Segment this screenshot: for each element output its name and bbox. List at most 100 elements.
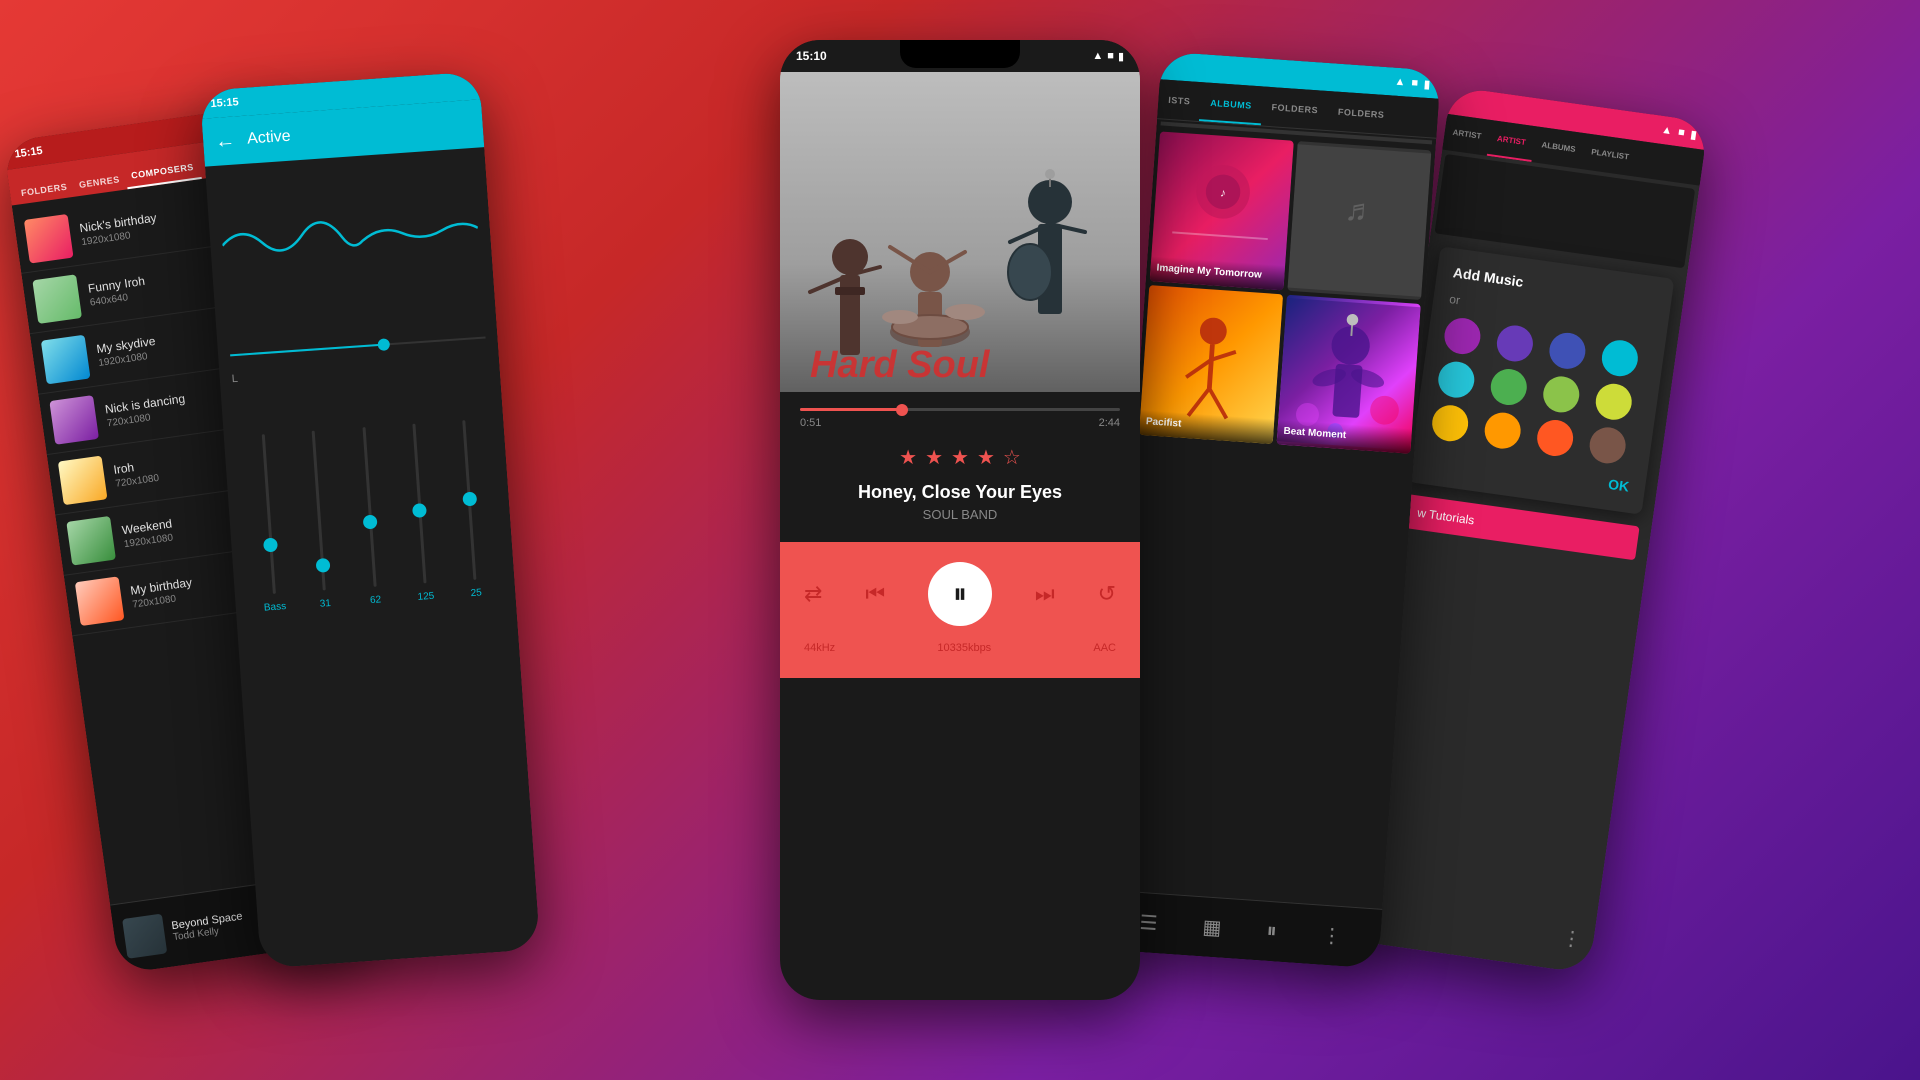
color-swatches	[1430, 316, 1649, 467]
eq-label: 62	[370, 594, 382, 606]
next-button[interactable]: ⏭	[1035, 581, 1055, 607]
star-1[interactable]: ★	[899, 445, 917, 470]
tab-folders2[interactable]: FOLDERS	[1327, 91, 1396, 135]
swatch-light-cyan[interactable]	[1436, 359, 1477, 400]
eq-band-62[interactable]: 62	[346, 426, 393, 607]
wifi-icon: ▲	[1092, 50, 1103, 62]
eq-handle[interactable]	[412, 503, 427, 518]
album-name: Imagine My Tomorrow	[1156, 263, 1278, 282]
star-2[interactable]: ★	[925, 445, 943, 470]
tutorials-label: w Tutorials	[1416, 506, 1475, 528]
signal-icon: ■	[1107, 50, 1114, 62]
screen-title: Active	[247, 128, 292, 149]
folder-thumb	[58, 456, 108, 506]
progress-track[interactable]	[800, 408, 1120, 411]
audio-bitrate: 10335kbps	[937, 642, 991, 654]
color-picker-modal: Add Music or OK	[1408, 246, 1675, 515]
folder-thumb	[75, 576, 125, 626]
phone-notch	[900, 40, 1020, 68]
now-playing-thumb	[122, 913, 167, 958]
progress-times: 0:51 2:44	[800, 417, 1120, 429]
progress-knob[interactable]	[896, 404, 908, 416]
eq-track	[362, 427, 376, 587]
album-card[interactable]: Pacifist	[1139, 285, 1283, 444]
album-card[interactable]: Beat Moment	[1277, 295, 1421, 454]
audio-quality: 44kHz	[804, 642, 835, 654]
tab-artist2[interactable]: ARTIST	[1487, 120, 1536, 162]
menu-icon[interactable]: ⋮	[1560, 927, 1583, 952]
eq-track	[463, 420, 477, 580]
swatch-brown[interactable]	[1587, 425, 1628, 466]
eq-band-125[interactable]: 125	[397, 423, 444, 604]
rating-stars[interactable]: ★ ★ ★ ★ ☆	[796, 445, 1124, 470]
controls-row: ⇄ ⏮ ⏸ ⏭ ↺	[804, 562, 1116, 626]
back-arrow-icon[interactable]: ←	[214, 129, 236, 153]
album-grid: ♪ Imagine My Tomorrow ♬	[1135, 127, 1436, 458]
player-body: 0:51 2:44 ★ ★ ★ ★ ☆ Honey, Close Your Ey…	[780, 392, 1140, 678]
eq-handle[interactable]	[315, 558, 330, 573]
tab-artist1[interactable]: ARTIST	[1442, 114, 1491, 156]
shuffle-button[interactable]: ⇄	[804, 581, 822, 607]
tab-albums[interactable]: ALBUMS	[1531, 126, 1586, 169]
eq-band-25[interactable]: 25	[447, 419, 494, 600]
swatch-light-green[interactable]	[1541, 374, 1582, 415]
tab-albums[interactable]: ALBUMS	[1199, 82, 1263, 125]
battery-icon: ▮	[1118, 50, 1124, 63]
swatch-cyan[interactable]	[1600, 338, 1641, 379]
wifi-icon: ▲	[1394, 76, 1406, 89]
progress-container[interactable]: 0:51 2:44	[796, 408, 1124, 429]
eq-band-bass[interactable]: Bass	[246, 433, 293, 614]
star-5[interactable]: ☆	[1003, 445, 1021, 470]
star-4[interactable]: ★	[977, 445, 995, 470]
player-meta: 44kHz 10335kbps AAC	[804, 642, 1116, 654]
eq-band-31[interactable]: 31	[296, 430, 343, 611]
progress-fill	[230, 344, 383, 357]
eq-handle[interactable]	[462, 492, 477, 507]
svg-text:Hard Soul: Hard Soul	[810, 344, 991, 386]
swatch-orange[interactable]	[1482, 410, 1523, 451]
swatch-deep-purple[interactable]	[1495, 323, 1536, 364]
progress-knob[interactable]	[377, 338, 390, 351]
swatch-lime[interactable]	[1593, 381, 1634, 422]
equalizer-progress[interactable]: L	[228, 308, 488, 386]
phone1-time: 15:15	[14, 145, 44, 161]
grid-icon[interactable]: ▦	[1202, 914, 1223, 940]
ok-button[interactable]: OK	[1607, 476, 1630, 495]
phone2-time: 15:15	[210, 96, 239, 110]
tab-playlist[interactable]: PLAYLIST	[1581, 133, 1639, 176]
eq-track	[261, 434, 275, 594]
eq-label: Bass	[264, 601, 287, 614]
eq-handle[interactable]	[263, 538, 278, 553]
filter-icon[interactable]: ☰	[1139, 910, 1159, 936]
swatch-amber[interactable]	[1430, 403, 1471, 444]
swatch-deep-orange[interactable]	[1535, 418, 1576, 459]
player-controls: ⇄ ⏮ ⏸ ⏭ ↺ 44kHz 10335kbps AAC	[780, 542, 1140, 678]
eq-label: 31	[319, 598, 331, 610]
channel-label: L	[231, 373, 238, 385]
star-3[interactable]: ★	[951, 445, 969, 470]
repeat-button[interactable]: ↺	[1098, 581, 1116, 607]
album-card-empty[interactable]: ♬	[1287, 141, 1431, 300]
eq-label: 125	[417, 591, 434, 603]
track-artist: SOUL BAND	[796, 507, 1124, 522]
equalizer-container: L Bass 31	[205, 147, 540, 969]
svg-text:♬: ♬	[1344, 193, 1377, 229]
swatch-purple[interactable]	[1442, 316, 1483, 357]
tab-ists[interactable]: ISTS	[1157, 79, 1202, 121]
previous-button[interactable]: ⏮	[865, 581, 885, 607]
phone5-menu-icon[interactable]: ⋮	[1560, 925, 1583, 953]
tab-folders1[interactable]: FOLDERS	[1260, 86, 1329, 130]
progress-track	[230, 336, 486, 356]
album-card[interactable]: ♪ Imagine My Tomorrow	[1150, 131, 1294, 290]
menu-icon[interactable]: ⋮	[1321, 923, 1343, 949]
pause-icon[interactable]: ⏸	[1266, 920, 1278, 944]
folder-thumb	[41, 335, 91, 385]
track-title: Honey, Close Your Eyes	[796, 482, 1124, 503]
swatch-indigo[interactable]	[1547, 331, 1588, 372]
svg-text:♪: ♪	[1220, 187, 1227, 199]
phone-equalizer: 15:15 ← Active L	[200, 71, 541, 968]
album-art-empty: ♬	[1287, 141, 1431, 300]
swatch-green[interactable]	[1488, 367, 1529, 408]
pause-button[interactable]: ⏸	[928, 562, 992, 626]
eq-handle[interactable]	[363, 515, 378, 530]
